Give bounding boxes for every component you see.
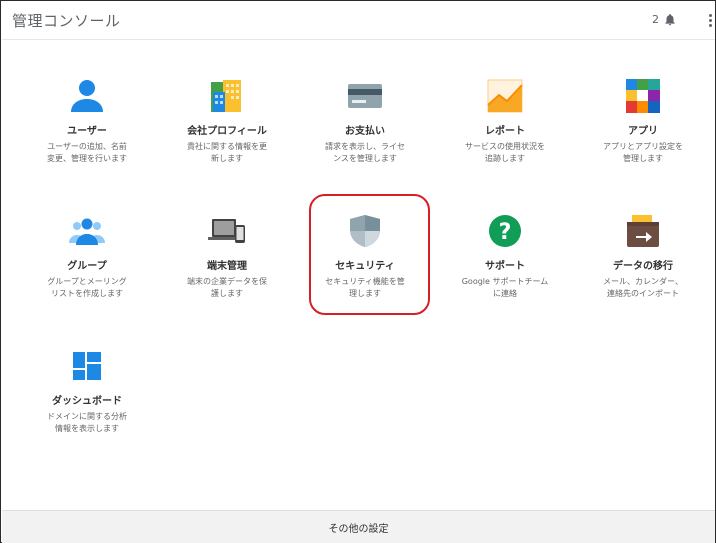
tile-description: Google サポートチーム に連絡 bbox=[461, 277, 549, 298]
tile-label: サポート bbox=[485, 261, 525, 272]
tile-support[interactable]: ? サポート Google サポートチーム に連絡 bbox=[440, 211, 570, 300]
tile-description: 貴社に関する情報を更 新します bbox=[187, 142, 267, 163]
more-settings-label: その他の設定 bbox=[328, 523, 389, 535]
tile-description: アプリとアプリ設定を 管理します bbox=[603, 142, 683, 163]
tile-dashboard[interactable]: ダッシュボード ドメインに関する分析 情報を表示します bbox=[22, 346, 152, 435]
console-window: 管理コンソール 2 ユーザー ユーザーの追加、名前 変更、管理を行います 会社プ… bbox=[0, 0, 716, 543]
report-chart-icon bbox=[485, 76, 525, 116]
tile-label: アプリ bbox=[628, 126, 658, 137]
app-header: 管理コンソール 2 bbox=[2, 2, 715, 40]
data-migration-icon bbox=[623, 211, 663, 251]
more-vert-icon[interactable] bbox=[707, 14, 713, 30]
person-icon bbox=[67, 76, 107, 116]
tile-data-migration[interactable]: データの移行 メール、カレンダー、 連絡先のインポート bbox=[578, 211, 708, 300]
notification-count: 2 bbox=[652, 13, 659, 26]
notifications-button[interactable]: 2 bbox=[652, 12, 677, 27]
dashboard-icon bbox=[67, 346, 107, 386]
tile-label: 会社プロフィール bbox=[187, 126, 267, 137]
help-question-icon: ? bbox=[485, 211, 525, 251]
tile-description: ドメインに関する分析 情報を表示します bbox=[47, 412, 127, 433]
security-highlight-annotation bbox=[309, 194, 430, 315]
tile-label: レポート bbox=[485, 126, 525, 137]
tile-label: お支払い bbox=[345, 126, 385, 137]
tile-description: サービスの使用状況を 追跡します bbox=[465, 142, 545, 163]
tile-company-profile[interactable]: 会社プロフィール 貴社に関する情報を更 新します bbox=[162, 76, 292, 165]
apps-grid-icon bbox=[623, 76, 663, 116]
tile-label: 端末管理 bbox=[207, 261, 247, 272]
tile-device-management[interactable]: 端末管理 端末の企業データを保 護します bbox=[162, 211, 292, 300]
tile-label: グループ bbox=[67, 261, 107, 272]
tile-reports[interactable]: レポート サービスの使用状況を 追跡します bbox=[440, 76, 570, 165]
company-building-icon bbox=[207, 76, 247, 116]
tile-description: 端末の企業データを保 護します bbox=[187, 277, 267, 298]
tile-label: ユーザー bbox=[67, 126, 107, 137]
tile-apps[interactable]: アプリ アプリとアプリ設定を 管理します bbox=[578, 76, 708, 165]
devices-icon bbox=[207, 211, 247, 251]
tile-description: ユーザーの追加、名前 変更、管理を行います bbox=[47, 142, 127, 163]
tile-billing[interactable]: お支払い 請求を表示し、ライセ ンスを管理します bbox=[300, 76, 430, 165]
tile-label: データの移行 bbox=[613, 261, 673, 272]
tile-description: グループとメーリング リストを作成します bbox=[47, 277, 127, 298]
tile-groups[interactable]: グループ グループとメーリング リストを作成します bbox=[22, 211, 152, 300]
tile-description: メール、カレンダー、 連絡先のインポート bbox=[603, 277, 683, 298]
svg-text:?: ? bbox=[499, 220, 512, 245]
tile-description: 請求を表示し、ライセ ンスを管理します bbox=[325, 142, 405, 163]
more-settings-button[interactable]: その他の設定 bbox=[2, 510, 715, 543]
group-icon bbox=[67, 211, 107, 251]
bell-icon bbox=[665, 13, 675, 26]
tile-users[interactable]: ユーザー ユーザーの追加、名前 変更、管理を行います bbox=[22, 76, 152, 165]
tile-label: ダッシュボード bbox=[52, 396, 122, 407]
page-title: 管理コンソール bbox=[12, 12, 121, 30]
credit-card-icon bbox=[345, 76, 385, 116]
